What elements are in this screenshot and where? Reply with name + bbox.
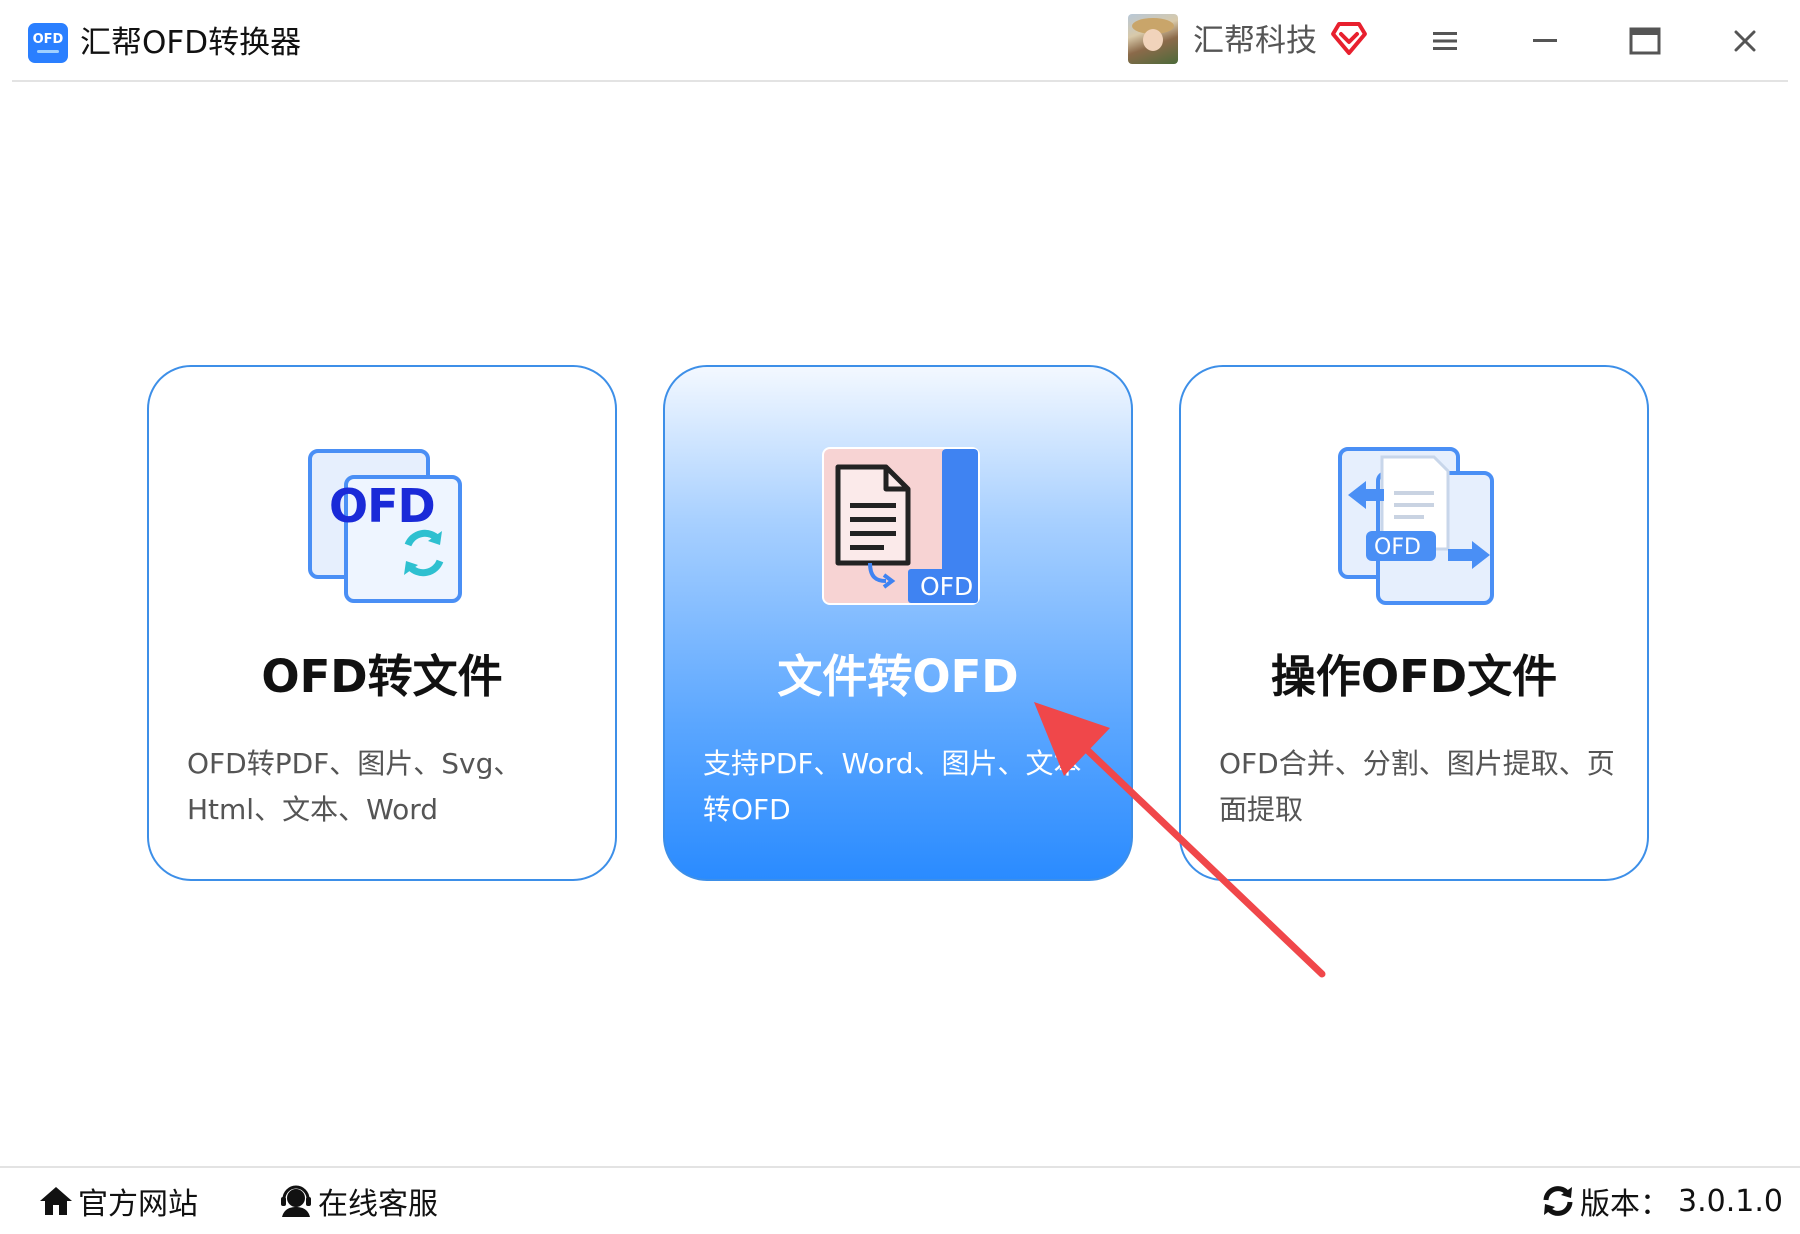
ofd-badge-label: OFD — [920, 572, 974, 601]
hamburger-menu-icon — [1433, 32, 1457, 50]
card-title: 操作OFD文件 — [1270, 650, 1558, 703]
title-bar: OFD 汇帮OFD转换器 汇帮科技 — [0, 0, 1800, 82]
close-button[interactable] — [1720, 16, 1770, 66]
menu-button[interactable] — [1420, 16, 1470, 66]
close-icon — [1734, 30, 1756, 52]
version-value: 3.0.1.0 — [1678, 1183, 1783, 1219]
home-icon — [40, 1187, 72, 1215]
title-bar-divider — [12, 80, 1788, 82]
online-support-link[interactable]: 在线客服 — [278, 1178, 438, 1224]
footer-divider — [0, 1166, 1800, 1168]
vip-diamond-icon[interactable] — [1330, 20, 1368, 56]
refresh-icon[interactable] — [1540, 1183, 1576, 1219]
card-description: OFD转PDF、图片、Svg、Html、文本、Word — [187, 747, 522, 826]
avatar-face — [1143, 29, 1163, 51]
official-site-label: 官方网站 — [78, 1187, 198, 1222]
official-site-link[interactable]: 官方网站 — [38, 1178, 198, 1224]
card-ofd-to-file[interactable]: OFD OFD转文件 OFD转PDF、图片、Svg、Html、文本、Word — [147, 365, 617, 881]
minimize-icon — [1533, 39, 1557, 42]
user-avatar[interactable] — [1128, 14, 1178, 64]
card-description: 支持PDF、Word、图片、文本转OFD — [703, 747, 1082, 826]
card-description: OFD合并、分割、图片提取、页面提取 — [1219, 747, 1615, 826]
maximize-icon — [1629, 27, 1661, 55]
version-info: 版本： 3.0.1.0 — [1540, 1178, 1783, 1224]
version-label: 版本： — [1580, 1187, 1670, 1222]
maximize-button[interactable] — [1620, 16, 1670, 66]
app-logo-icon: OFD — [28, 23, 68, 63]
minimize-button[interactable] — [1520, 16, 1570, 66]
user-name[interactable]: 汇帮科技 — [1193, 18, 1317, 64]
ofd-badge-label: OFD — [1374, 535, 1421, 560]
app-logo-wave — [37, 50, 59, 53]
customer-service-icon — [281, 1185, 311, 1217]
online-support-label: 在线客服 — [318, 1187, 438, 1222]
app-logo-text: OFD — [32, 32, 64, 47]
ofd-icon-label: OFD — [329, 479, 436, 533]
card-operate-ofd[interactable]: OFD 操作OFD文件 OFD合并、分割、图片提取、页面提取 — [1179, 365, 1649, 881]
ofd-operate-icon — [1338, 447, 1494, 605]
card-file-to-ofd[interactable]: OFD 文件转OFD 支持PDF、Word、图片、文本转OFD — [663, 365, 1133, 881]
card-title: OFD转文件 — [261, 650, 503, 703]
app-title: 汇帮OFD转换器 — [80, 25, 302, 61]
card-title: 文件转OFD — [777, 650, 1019, 703]
